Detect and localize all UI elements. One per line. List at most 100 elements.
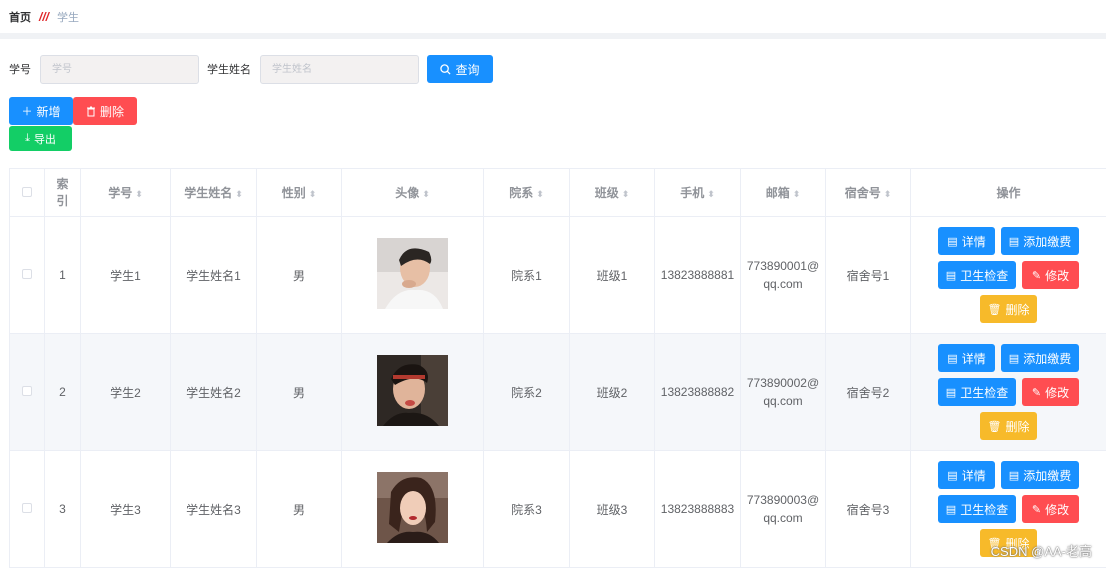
cell-student-no: 学生1: [80, 216, 171, 334]
row-select-cell: [9, 333, 45, 451]
header-dorm-label: 宿舍号: [844, 186, 881, 200]
row-checkbox[interactable]: [22, 386, 32, 396]
document-icon: ▤: [947, 469, 958, 482]
add-payment-button[interactable]: ▤ 添加缴费: [1001, 227, 1079, 255]
email-line-1: 773890003@: [746, 493, 820, 507]
detail-label: 详情: [961, 468, 986, 483]
sort-caret-icon[interactable]: ⬍: [884, 189, 892, 199]
query-button[interactable]: 查询: [427, 55, 493, 83]
sort-caret-icon[interactable]: ⬍: [135, 189, 143, 199]
add-payment-button[interactable]: ▤ 添加缴费: [1001, 461, 1079, 489]
document-icon: ▤: [945, 269, 957, 282]
cell-department: 院系1: [483, 216, 570, 334]
sort-caret-icon[interactable]: ⬍: [309, 189, 317, 199]
health-check-label: 卫生检查: [960, 502, 1009, 517]
health-check-button[interactable]: ▤ 卫生检查: [938, 495, 1016, 523]
sort-caret-icon[interactable]: ⬍: [793, 189, 801, 199]
header-student-no[interactable]: 学号 ⬍: [80, 168, 171, 217]
table-row: 1 学生1 学生姓名1 男 院系1 班级1 13823888881 773890…: [9, 216, 1106, 334]
header-phone-label: 手机: [680, 186, 705, 200]
header-phone[interactable]: 手机 ⬍: [654, 168, 741, 217]
add-payment-label: 添加缴费: [1023, 468, 1072, 483]
table-row: 2 学生2 学生姓名2 男 院系2 班级2 13823888882 773890: [9, 333, 1106, 451]
sort-caret-icon[interactable]: ⬍: [422, 189, 430, 199]
row-select-cell: [9, 450, 45, 568]
pencil-icon: ✎: [1031, 386, 1042, 399]
email-line-2: qq.com: [763, 277, 803, 291]
select-all-cell: [9, 168, 45, 217]
student-table: 索引 学号 ⬍ 学生姓名 ⬍ 性别 ⬍ 头像 ⬍ 院系 ⬍ 班级 ⬍ 手机 ⬍ 邮箱 ⬍ 宿舍号…: [9, 168, 1106, 568]
breadcrumb: 首页 /// 学生: [0, 0, 1106, 33]
add-payment-label: 添加缴费: [1023, 351, 1072, 366]
detail-button[interactable]: ▤ 详情: [938, 227, 995, 255]
export-button[interactable]: ⤓ 导出: [9, 126, 72, 151]
edit-label: 修改: [1045, 268, 1070, 283]
edit-button[interactable]: ✎ 修改: [1022, 261, 1079, 289]
cell-student-name: 学生姓名3: [170, 450, 257, 568]
cell-avatar: [341, 216, 484, 334]
cell-actions: ▤ 详情 ▤ 添加缴费 ▤ 卫生检查 ✎ 修改 🗑 删除: [910, 333, 1106, 451]
detail-label: 详情: [961, 234, 986, 249]
cell-index: 2: [44, 333, 81, 451]
pencil-icon: ✎: [1031, 269, 1042, 282]
sort-caret-icon[interactable]: ⬍: [707, 189, 715, 199]
query-label: 查询: [455, 62, 480, 77]
edit-label: 修改: [1045, 502, 1070, 517]
header-email[interactable]: 邮箱 ⬍: [740, 168, 826, 217]
cell-phone: 13823888882: [654, 333, 741, 451]
row-select-cell: [9, 216, 45, 334]
cell-index: 1: [44, 216, 81, 334]
breadcrumb-separator: ///: [39, 9, 50, 24]
avatar[interactable]: [377, 355, 448, 426]
student-name-input[interactable]: 学生姓名: [260, 54, 419, 84]
trash-icon: 🗑: [987, 420, 1002, 433]
avatar[interactable]: [377, 238, 448, 309]
email-line-1: 773890002@: [746, 376, 820, 390]
cell-department: 院系3: [483, 450, 570, 568]
health-check-button[interactable]: ▤ 卫生检查: [938, 378, 1016, 406]
trash-icon: 🗑: [987, 303, 1002, 316]
sort-caret-icon[interactable]: ⬍: [235, 189, 243, 199]
header-dorm[interactable]: 宿舍号 ⬍: [825, 168, 911, 217]
delete-button[interactable]: 删除: [73, 97, 137, 125]
document-icon: ▤: [945, 503, 957, 516]
cell-student-no: 学生2: [80, 333, 171, 451]
row-checkbox[interactable]: [22, 503, 32, 513]
cell-class: 班级3: [569, 450, 655, 568]
detail-button[interactable]: ▤ 详情: [938, 461, 995, 489]
student-no-input[interactable]: 学号: [40, 54, 199, 84]
row-checkbox[interactable]: [22, 269, 32, 279]
add-payment-button[interactable]: ▤ 添加缴费: [1001, 344, 1079, 372]
document-icon: ▤: [947, 235, 958, 248]
edit-button[interactable]: ✎ 修改: [1022, 495, 1079, 523]
header-department-label: 院系: [509, 186, 534, 200]
add-label: 新增: [36, 104, 61, 119]
edit-button[interactable]: ✎ 修改: [1022, 378, 1079, 406]
remove-button[interactable]: 🗑 删除: [980, 295, 1037, 323]
sort-caret-icon[interactable]: ⬍: [622, 189, 630, 199]
header-avatar[interactable]: 头像 ⬍: [341, 168, 484, 217]
detail-button[interactable]: ▤ 详情: [938, 344, 995, 372]
cell-phone: 13823888881: [654, 216, 741, 334]
cell-student-no: 学生3: [80, 450, 171, 568]
cell-email: 773890001@ qq.com: [740, 216, 826, 334]
header-class[interactable]: 班级 ⬍: [569, 168, 655, 217]
sort-caret-icon[interactable]: ⬍: [536, 189, 544, 199]
header-department[interactable]: 院系 ⬍: [483, 168, 570, 217]
header-student-name[interactable]: 学生姓名 ⬍: [170, 168, 257, 217]
health-check-button[interactable]: ▤ 卫生检查: [938, 261, 1016, 289]
document-icon: ▤: [947, 352, 958, 365]
remove-button[interactable]: 🗑 删除: [980, 412, 1037, 440]
cell-dorm: 宿舍号1: [825, 216, 911, 334]
header-avatar-label: 头像: [395, 186, 420, 200]
header-gender[interactable]: 性别 ⬍: [256, 168, 342, 217]
cell-avatar: [341, 333, 484, 451]
breadcrumb-home[interactable]: 首页: [9, 9, 31, 25]
cell-avatar: [341, 450, 484, 568]
document-icon: ▤: [945, 386, 957, 399]
header-actions: 操作: [910, 168, 1106, 217]
download-icon: ⤓: [25, 132, 30, 144]
select-all-checkbox[interactable]: [22, 186, 32, 197]
avatar[interactable]: [377, 472, 448, 543]
add-button[interactable]: ＋ 新增: [9, 97, 73, 125]
